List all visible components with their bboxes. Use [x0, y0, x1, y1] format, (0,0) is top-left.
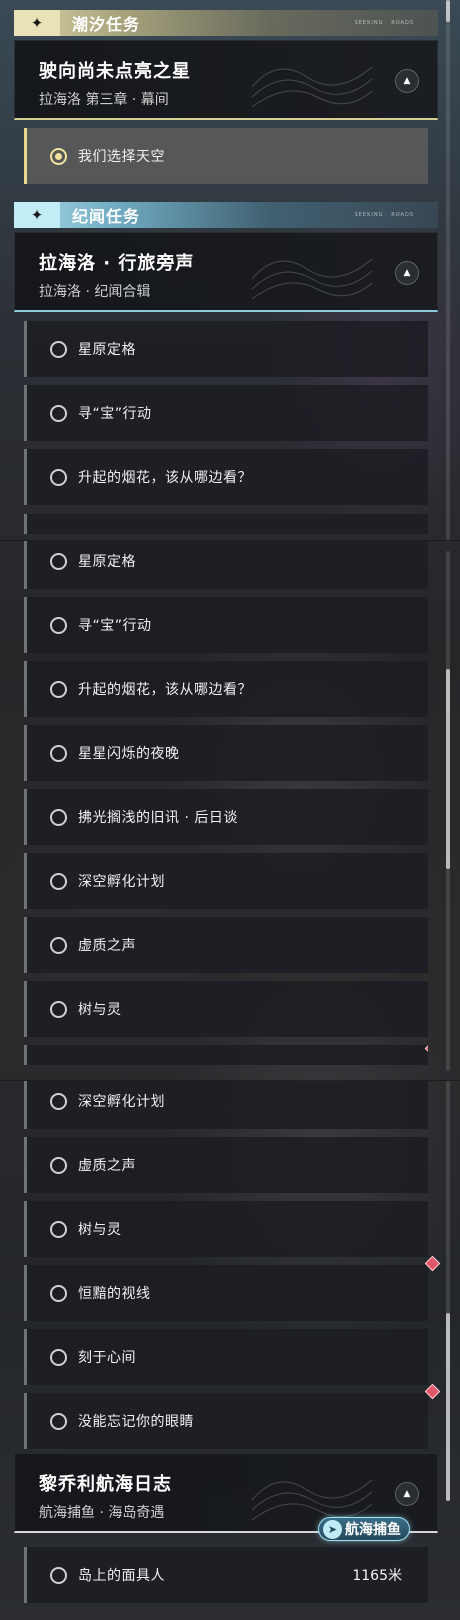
badge-label: 航海捕鱼	[345, 1522, 401, 1538]
group-title: 拉海洛 · 行旅旁声	[39, 253, 195, 274]
task-row-old-news[interactable]: 拂光搁浅的旧讯 · 后日谈	[24, 789, 428, 845]
section-header-lore: ✦ 纪闻任务 SEEKING · ROADS	[14, 202, 438, 228]
section-deco-text: SEEKING · ROADS	[354, 212, 414, 218]
task-label: 星原定格	[78, 342, 136, 358]
section-deco-text: SEEKING · ROADS	[354, 20, 414, 26]
task-row-choose-sky[interactable]: 我们选择天空	[24, 128, 428, 184]
task-row-tree-spirit[interactable]: 树与灵	[24, 1201, 428, 1257]
task-row-gaze[interactable]: 恒黯的视线	[24, 1255, 441, 1321]
quest-group-star[interactable]: 驶向尚未点亮之星 拉海洛 第三章 · 幕间 ▲	[14, 40, 438, 120]
task-row-eyes[interactable]: 没能忘记你的眼睛	[24, 1383, 441, 1449]
group-subtitle: 拉海洛 第三章 · 幕间	[39, 92, 169, 108]
fishing-badge: ➤ 航海捕鱼	[318, 1517, 410, 1541]
scrollbar-thumb[interactable]	[446, 0, 450, 22]
task-row-treasure[interactable]: 寻“宝”行动	[24, 385, 428, 441]
quest-group-voices[interactable]: 拉海洛 · 行旅旁声 拉海洛 · 纪闻合辑 ▲	[14, 232, 438, 312]
task-label: 没能忘记你的眼睛	[78, 1414, 194, 1430]
group-subtitle: 拉海洛 · 纪闻合辑	[39, 284, 151, 300]
task-label: 树与灵	[78, 1002, 122, 1018]
task-label: 升起的烟花，该从哪边看？	[78, 470, 252, 486]
radio-icon	[50, 1284, 67, 1302]
radio-icon	[50, 468, 67, 486]
radio-icon	[50, 404, 67, 422]
section-title: 潮汐任务	[72, 15, 141, 34]
radio-icon	[50, 616, 67, 634]
radio-icon	[50, 680, 67, 698]
task-row-engraved[interactable]: 刻于心间	[24, 1329, 428, 1385]
group-title: 黎乔利航海日志	[39, 1474, 172, 1495]
radio-icon	[50, 808, 67, 826]
task-row-clipped[interactable]	[24, 514, 428, 534]
task-label: 深空孵化计划	[78, 1094, 165, 1110]
radio-icon	[50, 744, 67, 762]
four-point-star-icon: ✦	[14, 10, 60, 36]
task-label: 拂光搁浅的旧讯 · 后日谈	[78, 810, 238, 826]
task-row-star-field[interactable]: 星原定格	[24, 321, 428, 377]
group-title: 驶向尚未点亮之星	[39, 61, 191, 82]
radio-icon	[50, 1220, 67, 1238]
contour-deco	[251, 66, 373, 108]
fish-icon: ➤	[323, 1520, 342, 1539]
task-label: 升起的烟花，该从哪边看？	[78, 682, 252, 698]
task-label: 刻于心间	[78, 1350, 136, 1366]
task-label: 岛上的面具人	[78, 1568, 165, 1584]
radio-icon	[50, 1412, 67, 1430]
task-label: 我们选择天空	[78, 149, 165, 165]
red-diamond-icon	[424, 1045, 428, 1057]
chevron-up-icon[interactable]: ▲	[395, 1482, 419, 1506]
radio-icon	[50, 1348, 67, 1366]
radio-icon	[50, 1092, 67, 1110]
task-label: 星星闪烁的夜晚	[78, 746, 180, 762]
four-point-star-icon: ✦	[14, 202, 60, 228]
scrollbar-thumb[interactable]	[446, 669, 450, 869]
radio-icon	[50, 1156, 67, 1174]
radio-icon	[50, 1566, 67, 1584]
radio-icon	[50, 340, 67, 358]
task-row-starry-night[interactable]: 星星闪烁的夜晚	[24, 725, 428, 781]
radio-selected-icon	[50, 147, 67, 165]
task-row-fireworks[interactable]: 升起的烟花，该从哪边看？	[24, 661, 428, 717]
radio-icon	[50, 936, 67, 954]
chevron-up-icon[interactable]: ▲	[395, 261, 419, 285]
task-label: 树与灵	[78, 1222, 122, 1238]
section-header-tide: ✦ 潮汐任务 SEEKING · ROADS	[14, 10, 438, 36]
task-row-gaze-clipped[interactable]	[24, 1045, 428, 1065]
task-label: 寻“宝”行动	[78, 618, 152, 634]
radio-icon	[50, 872, 67, 890]
task-row-star-field[interactable]: 星原定格	[24, 541, 428, 589]
task-row-void-voice[interactable]: 虚质之声	[24, 917, 428, 973]
contour-deco	[251, 258, 373, 300]
scrollbar-thumb[interactable]	[446, 1313, 450, 1501]
task-label: 深空孵化计划	[78, 874, 165, 890]
group-subtitle: 航海捕鱼 · 海岛奇遇	[39, 1505, 165, 1521]
red-diamond-icon	[424, 1255, 441, 1272]
radio-icon	[50, 1000, 67, 1018]
task-row-tree-spirit[interactable]: 树与灵	[24, 981, 428, 1037]
task-row-fireworks[interactable]: 升起的烟花，该从哪边看？	[24, 449, 428, 505]
task-row-deep-space[interactable]: 深空孵化计划	[24, 1081, 428, 1129]
section-title: 纪闻任务	[72, 207, 141, 226]
task-label: 寻“宝”行动	[78, 406, 152, 422]
task-label: 恒黯的视线	[78, 1286, 151, 1302]
quest-list-view-2[interactable]: 星原定格 寻“宝”行动 升起的烟花，该从哪边看？ 星星闪烁的夜晚 拂光搁浅的旧讯…	[0, 540, 460, 1080]
task-row-void-voice[interactable]: 虚质之声	[24, 1137, 428, 1193]
chevron-up-icon[interactable]: ▲	[395, 69, 419, 93]
quest-list-view-1[interactable]: ✦ 潮汐任务 SEEKING · ROADS 驶向尚未点亮之星 拉海洛 第三章 …	[0, 0, 460, 540]
distance-label: 1165米	[352, 1568, 402, 1584]
radio-icon	[50, 552, 67, 570]
red-diamond-icon	[424, 1383, 441, 1400]
task-row-treasure[interactable]: 寻“宝”行动	[24, 597, 428, 653]
scrollbar-track[interactable]	[446, 0, 450, 540]
task-label: 虚质之声	[78, 1158, 136, 1174]
task-row-deep-space[interactable]: 深空孵化计划	[24, 853, 428, 909]
task-label: 星原定格	[78, 554, 136, 570]
quest-list-view-3[interactable]: 深空孵化计划 虚质之声 树与灵 恒黯的视线 刻于心间 没能忘记你的眼睛 黎乔利航…	[0, 1080, 460, 1620]
task-row-island-mask[interactable]: ➤ 航海捕鱼 岛上的面具人 1165米	[24, 1517, 428, 1603]
task-label: 虚质之声	[78, 938, 136, 954]
